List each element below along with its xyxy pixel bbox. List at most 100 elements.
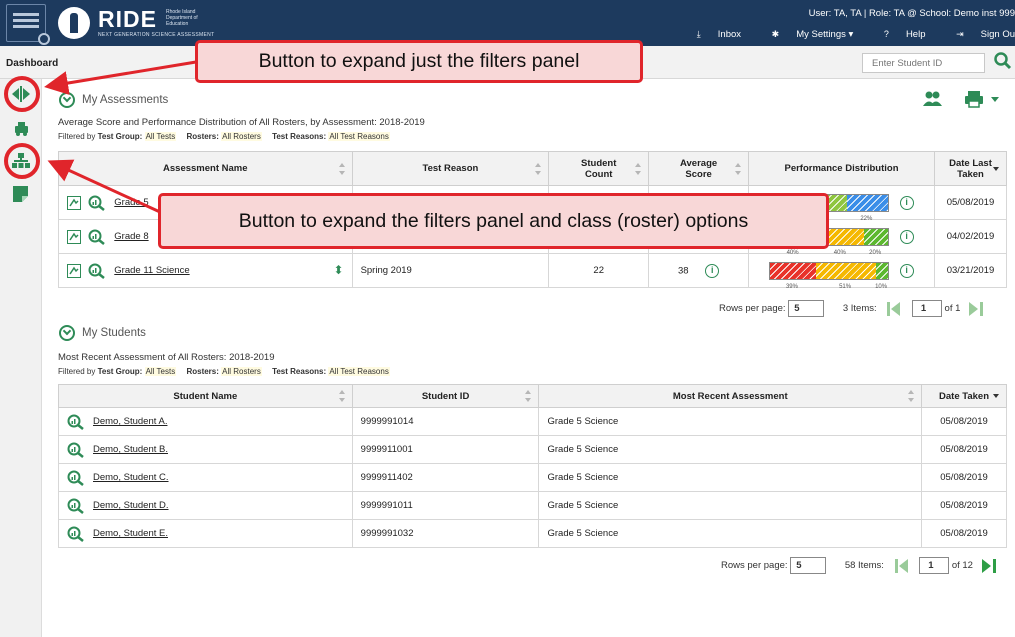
student-name-link[interactable]: Demo, Student E.	[93, 528, 168, 539]
inbox-link[interactable]: ⤓ Inbox	[683, 29, 741, 40]
performance-distribution-cell: 39% 51% 10% i	[748, 253, 935, 290]
student-name-link[interactable]: Demo, Student A.	[93, 416, 167, 427]
most-recent-assessment-cell: Grade 5 Science	[538, 519, 923, 548]
info-icon[interactable]: i	[899, 263, 914, 278]
page-number-input[interactable]: 1	[919, 557, 950, 574]
student-name-cell: Demo, Student A.	[58, 407, 353, 436]
performance-segment-label: 10%	[875, 283, 888, 290]
test-reason-cell: Spring 2019	[351, 253, 550, 288]
performance-segment-label: 39%	[785, 283, 798, 290]
my-assessments-heading[interactable]: My Assessments	[59, 92, 168, 108]
date-last-taken-cell: 05/08/2019	[933, 185, 1008, 220]
magnify-chart-icon[interactable]	[88, 263, 106, 279]
rows-per-page-select[interactable]: 5	[790, 557, 827, 574]
col-performance-distribution: Performance Distribution	[748, 151, 935, 186]
info-icon[interactable]: i	[899, 229, 914, 244]
student-name-link[interactable]: Demo, Student B.	[93, 444, 168, 455]
help-link[interactable]: ? Help	[870, 29, 926, 40]
students-group-icon[interactable]	[921, 90, 943, 108]
search-icon[interactable]	[993, 51, 1013, 73]
header-nav: ⤓ Inbox ✱ My Settings ▾ ? Help ⇥ Sign Ou	[669, 29, 1015, 40]
assessments-pager: Rows per page: 5 3 Items: 1 of 1	[719, 300, 984, 317]
page-title: Dashboard	[6, 58, 59, 69]
gear-icon: ✱	[771, 29, 780, 39]
page-number-input[interactable]: 1	[911, 300, 942, 317]
magnify-chart-icon[interactable]	[88, 229, 106, 245]
app-menu-icon[interactable]	[6, 4, 50, 45]
note-icon[interactable]	[9, 183, 33, 205]
collapse-chevron-icon[interactable]	[59, 325, 75, 341]
last-page-icon[interactable]	[969, 301, 984, 316]
date-taken-cell: 05/08/2019	[921, 435, 1007, 464]
col-date-last-taken[interactable]: Date Last Taken	[933, 151, 1008, 186]
report-icon[interactable]	[67, 229, 81, 244]
callout-filters-only: Button to expand just the filters panel	[195, 40, 643, 83]
magnify-chart-icon[interactable]	[67, 470, 85, 486]
col-date-taken[interactable]: Date Taken	[921, 384, 1007, 408]
magnify-chart-icon[interactable]	[67, 414, 85, 430]
report-icon[interactable]	[67, 263, 81, 278]
col-average-score[interactable]: Average Score	[648, 151, 750, 186]
date-taken-cell: 05/08/2019	[921, 519, 1007, 548]
most-recent-assessment-cell: Grade 5 Science	[538, 463, 923, 492]
signout-icon: ⇥	[956, 29, 964, 39]
students-subtitle: Most Recent Assessment of All Rosters: 2…	[58, 352, 275, 363]
performance-segment	[864, 228, 889, 245]
date-taken-cell: 05/08/2019	[921, 463, 1007, 492]
student-id-input[interactable]	[862, 53, 985, 73]
assessments-filter-summary: Filtered by Test Group: All Tests Roster…	[58, 132, 390, 141]
student-id-cell: 9999911402	[351, 463, 540, 492]
first-page-icon[interactable]	[894, 558, 909, 573]
collapse-chevron-icon[interactable]	[59, 92, 75, 108]
average-score-cell: 38 i	[648, 253, 750, 288]
magnify-chart-icon[interactable]	[67, 498, 85, 514]
student-name-link[interactable]: Demo, Student C.	[93, 472, 169, 483]
next-page-icon[interactable]	[981, 558, 996, 573]
student-name-link[interactable]: Demo, Student D.	[93, 500, 169, 511]
assessment-name-link[interactable]: Grade 8	[114, 231, 148, 242]
student-row: Demo, Student A. 9999991014 Grade 5 Scienc…	[58, 407, 1007, 436]
sort-updown-icon[interactable]: ⬍	[334, 263, 344, 277]
performance-segment-label: 51%	[839, 283, 852, 290]
signout-link[interactable]: ⇥ Sign Ou	[942, 29, 1015, 40]
date-last-taken-cell: 04/02/2019	[933, 219, 1008, 254]
col-most-recent-assessment[interactable]: Most Recent Assessment	[538, 384, 923, 408]
print-icon[interactable]	[963, 90, 1003, 108]
date-taken-cell: 05/08/2019	[921, 491, 1007, 520]
most-recent-assessment-cell: Grade 5 Science	[538, 491, 923, 520]
first-page-icon[interactable]	[887, 301, 901, 316]
user-info: User: TA, TA | Role: TA @ School: Demo i…	[808, 8, 1015, 19]
student-row: Demo, Student C. 9999911402 Grade 5 Scienc…	[58, 463, 1007, 492]
student-id-cell: 9999991032	[351, 519, 540, 548]
col-student-id[interactable]: Student ID	[351, 384, 540, 408]
my-students-heading[interactable]: My Students	[59, 325, 146, 341]
ride-logo: RIDE Rhode Island Department of Educatio…	[98, 6, 215, 38]
student-row: Demo, Student E. 9999991032 Grade 5 Scienc…	[58, 519, 1007, 548]
magnify-chart-icon[interactable]	[67, 526, 85, 542]
students-pager: Rows per page: 5 58 Items: 1 of 12	[721, 557, 996, 574]
col-student-name[interactable]: Student Name	[58, 384, 353, 408]
settings-link[interactable]: ✱ My Settings ▾	[758, 29, 854, 40]
performance-bar: 39% 51% 10%	[769, 261, 890, 290]
bus-icon[interactable]	[9, 118, 33, 140]
assessment-name-cell: Grade 11 Science ⬍	[58, 253, 353, 288]
report-icon[interactable]	[67, 195, 81, 210]
student-row: Demo, Student B. 9999911001 Grade 5 Scienc…	[58, 435, 1007, 464]
col-assessment-name[interactable]: Assessment Name	[58, 151, 353, 186]
magnify-chart-icon[interactable]	[88, 195, 106, 211]
magnify-chart-icon[interactable]	[67, 442, 85, 458]
students-filter-summary: Filtered by Test Group: All Tests Roster…	[58, 367, 390, 376]
rows-per-page-select[interactable]: 5	[788, 300, 825, 317]
info-icon[interactable]: i	[705, 263, 720, 278]
performance-segment	[770, 262, 817, 279]
student-name-cell: Demo, Student D.	[58, 491, 353, 520]
student-id-cell: 9999991011	[351, 491, 540, 520]
assessment-name-link[interactable]: Grade 11 Science	[114, 265, 189, 276]
col-test-reason[interactable]: Test Reason	[351, 151, 550, 186]
col-student-count[interactable]: Student Count	[548, 151, 650, 186]
performance-segment	[846, 194, 889, 211]
student-id-cell: 9999911001	[351, 435, 540, 464]
assessment-name-link[interactable]: Grade 5	[114, 197, 148, 208]
student-count-cell: 22	[548, 253, 650, 288]
info-icon[interactable]: i	[899, 195, 914, 210]
